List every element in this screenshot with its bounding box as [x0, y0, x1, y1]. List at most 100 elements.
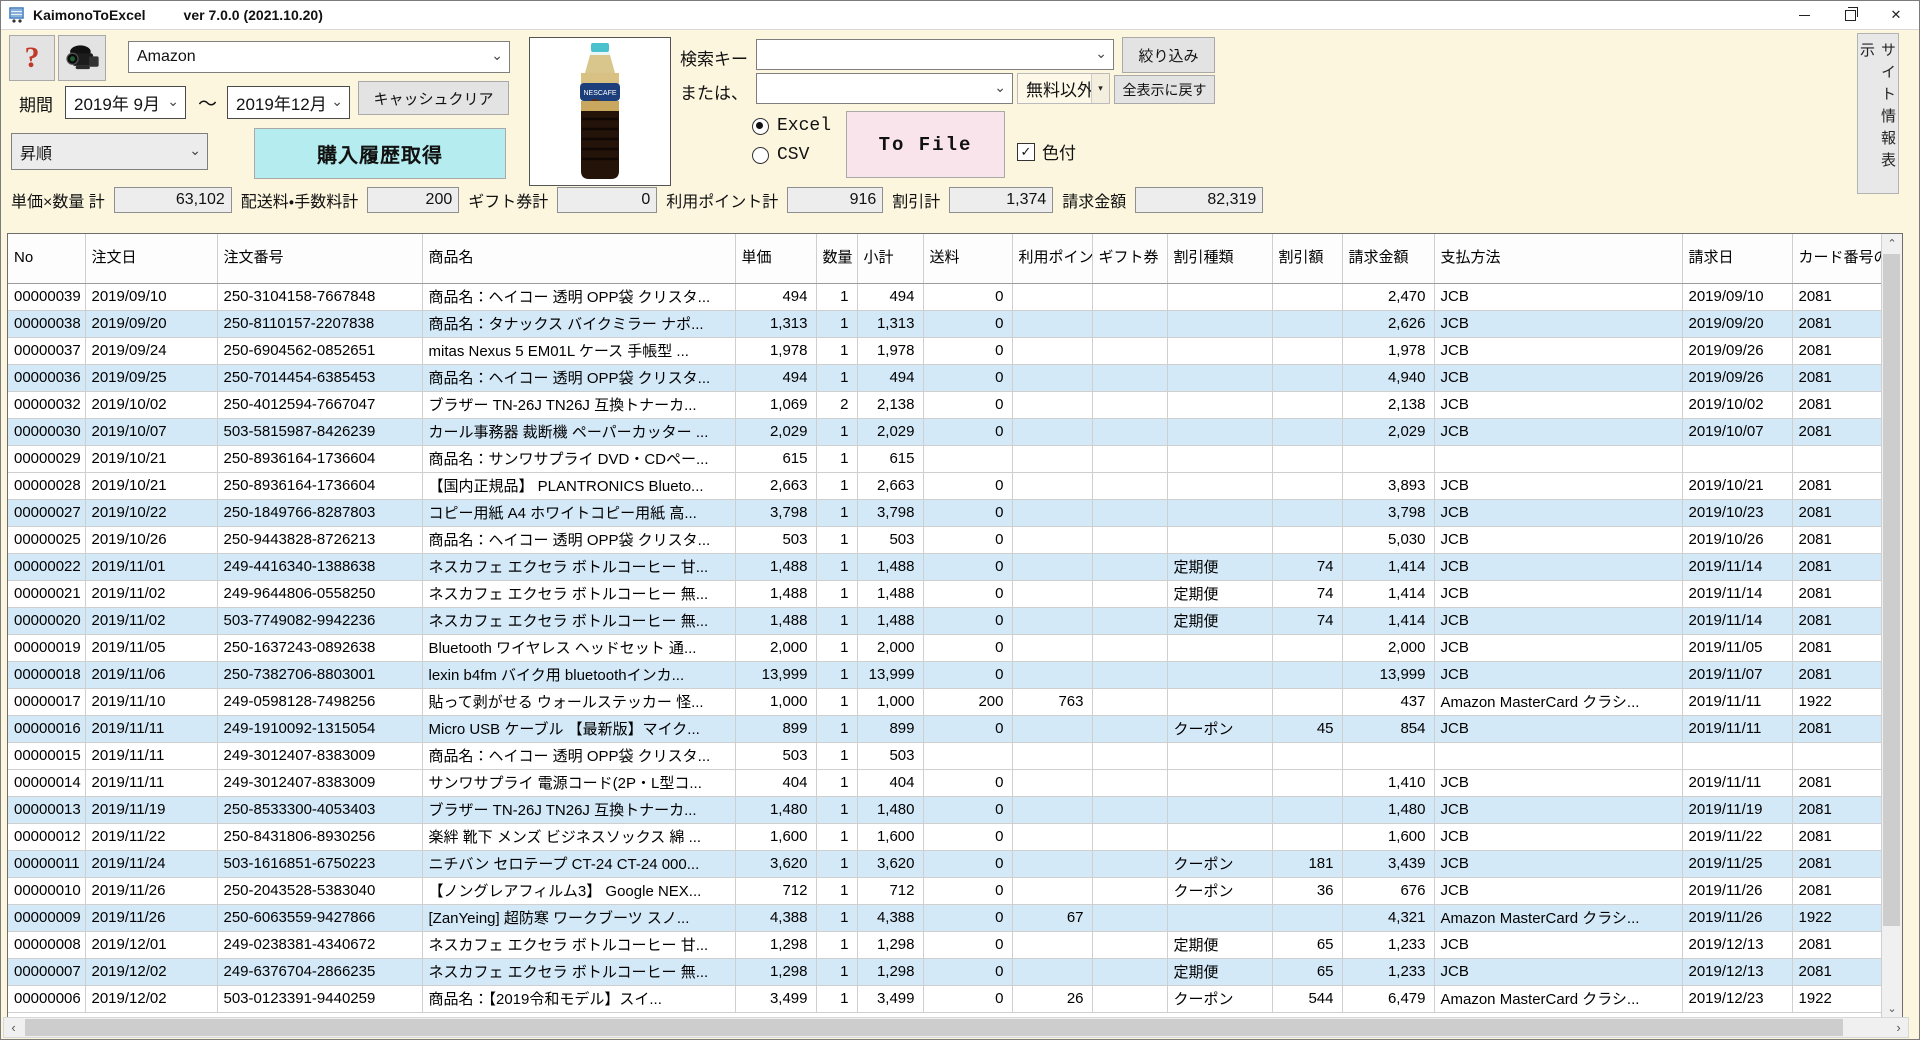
table-row[interactable]: 000000152019/11/11249-3012407-8383009商品名… [8, 742, 1882, 769]
table-row[interactable]: 000000092019/11/26250-6063559-9427866[Za… [8, 904, 1882, 931]
cell-order_date: 2019/11/11 [85, 742, 217, 769]
cell-order_number: 250-6063559-9427866 [217, 904, 422, 931]
cell-order_date: 2019/11/10 [85, 688, 217, 715]
column-header-order_number[interactable]: 注文番号 [217, 234, 422, 283]
table-row[interactable]: 000000392019/09/10250-3104158-7667848商品名… [8, 283, 1882, 310]
column-header-quantity[interactable]: 数量 [816, 234, 857, 283]
cell-card_number_part: 2081 [1792, 958, 1882, 985]
vertical-scroll-thumb[interactable] [1883, 254, 1900, 926]
cell-product_name: ネスカフェ エクセラ ボトルコーヒー 甘... [422, 553, 735, 580]
cell-card_number_part: 1922 [1792, 688, 1882, 715]
cell-order_date: 2019/10/22 [85, 499, 217, 526]
cell-gift_card [1092, 985, 1167, 1012]
cell-subtotal: 1,298 [857, 931, 923, 958]
cell-no: 00000030 [8, 418, 85, 445]
get-purchase-history-button[interactable]: 購入履歴取得 [254, 128, 506, 179]
table-row[interactable]: 000000282019/10/21250-8936164-1736604【国内… [8, 472, 1882, 499]
cache-clear-button[interactable]: キャッシュクリア [358, 81, 509, 115]
table-row[interactable]: 000000322019/10/02250-4012594-7667047ブラザ… [8, 391, 1882, 418]
table-row[interactable]: 000000292019/10/21250-8936164-1736604商品名… [8, 445, 1882, 472]
column-header-order_date[interactable]: 注文日 [85, 234, 217, 283]
help-button[interactable]: ? [9, 35, 55, 81]
table-row[interactable]: 000000112019/11/24503-1616851-6750223ニチバ… [8, 850, 1882, 877]
column-header-discount_amount[interactable]: 割引額 [1272, 234, 1342, 283]
cell-billing_date: 2019/11/26 [1682, 877, 1792, 904]
filter-button[interactable]: 絞り込み [1122, 37, 1215, 73]
table-row[interactable]: 000000192019/11/05250-1637243-0892638Blu… [8, 634, 1882, 661]
table-row[interactable]: 000000182019/11/06250-7382706-8803001lex… [8, 661, 1882, 688]
period-from-value: 2019年 9月 [74, 90, 160, 115]
scroll-up-button[interactable]: ⌃ [1882, 234, 1902, 253]
period-to-select[interactable]: 2019年12月 ⌄ [227, 86, 350, 119]
free-filter-select[interactable]: 無料以外 ▾ [1017, 73, 1110, 104]
table-row[interactable]: 000000122019/11/22250-8431806-8930256楽絆 … [8, 823, 1882, 850]
cell-shipping: 0 [923, 499, 1012, 526]
table-row[interactable]: 000000072019/12/02249-6376704-2866235ネスカ… [8, 958, 1882, 985]
cell-discount_type [1167, 634, 1272, 661]
column-header-billing_date[interactable]: 請求日 [1682, 234, 1792, 283]
cell-payment_method: JCB [1434, 283, 1682, 310]
cell-no: 00000009 [8, 904, 85, 931]
table-row[interactable]: 000000142019/11/11249-3012407-8383009サンワ… [8, 769, 1882, 796]
cell-subtotal: 3,798 [857, 499, 923, 526]
cell-subtotal: 2,138 [857, 391, 923, 418]
table-row[interactable]: 000000132019/11/19250-8533300-4053403ブラザ… [8, 796, 1882, 823]
table-row[interactable]: 000000082019/12/01249-0238381-4340672ネスカ… [8, 931, 1882, 958]
column-header-unit_price[interactable]: 単価 [735, 234, 816, 283]
restore-button[interactable] [1827, 1, 1873, 29]
table-row[interactable]: 000000362019/09/25250-7014454-6385453商品名… [8, 364, 1882, 391]
column-header-gift_card[interactable]: ギフト券 [1092, 234, 1167, 283]
table-row[interactable]: 000000372019/09/24250-6904562-0852651mit… [8, 337, 1882, 364]
cell-points_used [1012, 823, 1092, 850]
column-header-discount_type[interactable]: 割引種類 [1167, 234, 1272, 283]
sort-order-select[interactable]: 昇順 ⌄ [11, 133, 208, 170]
column-header-card_number_part[interactable]: カード番号の一部 [1792, 234, 1882, 283]
minimize-button[interactable] [1781, 1, 1827, 29]
column-header-subtotal[interactable]: 小計 [857, 234, 923, 283]
colored-checkbox[interactable]: ✓ 色付 [1017, 139, 1076, 164]
column-header-payment_method[interactable]: 支払方法 [1434, 234, 1682, 283]
show-all-button[interactable]: 全表示に戻す [1114, 75, 1215, 104]
table-row[interactable]: 000000162019/11/11249-1910092-1315054Mic… [8, 715, 1882, 742]
period-from-select[interactable]: 2019年 9月 ⌄ [65, 86, 186, 119]
close-button[interactable]: ✕ [1873, 1, 1919, 29]
column-header-no[interactable]: No [8, 234, 85, 283]
cell-shipping: 0 [923, 526, 1012, 553]
to-file-button[interactable]: To File [846, 111, 1005, 178]
cell-payment_method: JCB [1434, 850, 1682, 877]
table-row[interactable]: 000000062019/12/02503-0123391-9440259商品名… [8, 985, 1882, 1012]
video-camera-button[interactable] [58, 35, 106, 81]
column-header-shipping[interactable]: 送料 [923, 234, 1012, 283]
radio-excel[interactable]: Excel [752, 116, 831, 136]
table-row[interactable]: 000000172019/11/10249-0598128-7498256貼って… [8, 688, 1882, 715]
table-row[interactable]: 000000222019/11/01249-4416340-1388638ネスカ… [8, 553, 1882, 580]
cell-discount_type: 定期便 [1167, 607, 1272, 634]
horizontal-scroll-thumb[interactable] [25, 1019, 1843, 1036]
column-header-points_used[interactable]: 利用ポイント [1012, 234, 1092, 283]
total-value-5: 82,319 [1135, 187, 1263, 213]
column-header-billed_amount[interactable]: 請求金額 [1342, 234, 1434, 283]
cell-billing_date: 2019/11/11 [1682, 769, 1792, 796]
table-row[interactable]: 000000102019/11/26250-2043528-5383040【ノン… [8, 877, 1882, 904]
scroll-left-button[interactable]: ‹ [4, 1018, 23, 1037]
cell-gift_card [1092, 445, 1167, 472]
cell-no: 00000008 [8, 931, 85, 958]
site-select[interactable]: Amazon ⌄ [128, 41, 510, 73]
scroll-down-button[interactable]: ⌄ [1882, 999, 1902, 1018]
table-row[interactable]: 000000302019/10/07503-5815987-8426239カール… [8, 418, 1882, 445]
cell-billed_amount: 1,233 [1342, 931, 1434, 958]
scroll-right-button[interactable]: › [1889, 1018, 1908, 1037]
table-row[interactable]: 000000202019/11/02503-7749082-9942236ネスカ… [8, 607, 1882, 634]
or-search-input[interactable]: ⌄ [756, 73, 1013, 104]
column-header-product_name[interactable]: 商品名 [422, 234, 735, 283]
cell-discount_type [1167, 472, 1272, 499]
cell-order_date: 2019/10/21 [85, 472, 217, 499]
radio-csv[interactable]: CSV [752, 145, 809, 165]
site-info-button[interactable]: サイト情報表示 [1857, 33, 1899, 194]
table-row[interactable]: 000000272019/10/22250-1849766-8287803コピー… [8, 499, 1882, 526]
table-row[interactable]: 000000252019/10/26250-9443828-8726213商品名… [8, 526, 1882, 553]
table-row[interactable]: 000000382019/09/20250-8110157-2207838商品名… [8, 310, 1882, 337]
cell-unit_price: 1,313 [735, 310, 816, 337]
table-row[interactable]: 000000212019/11/02249-9644806-0558250ネスカ… [8, 580, 1882, 607]
search-key-input[interactable]: ⌄ [756, 39, 1114, 70]
